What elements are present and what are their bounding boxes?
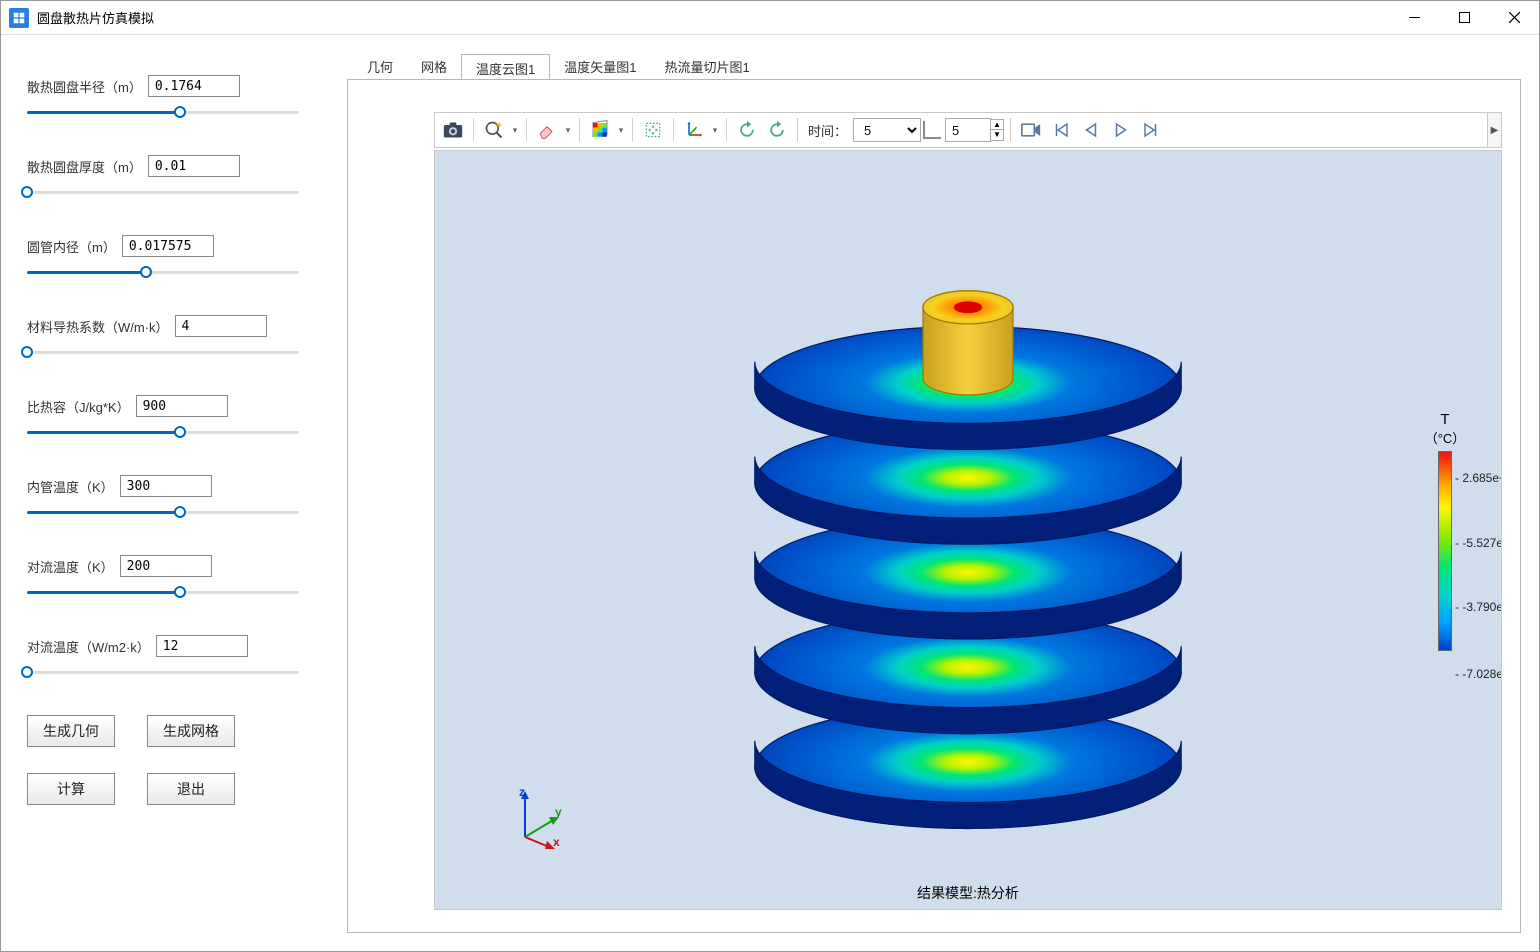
legend-tick: - -5.527e+00 [1455,536,1502,550]
anim-record-icon[interactable] [1017,116,1045,144]
angle-icon [923,121,941,139]
tab-bar: 几何网格温度云图1温度矢量图1热流量切片图1 [347,53,1521,79]
color-legend: T （°C） - 2.685e+01- -5.527e+00- -3.790e+… [1403,411,1487,651]
param-label: 比热容（J/kg*K） [27,397,130,416]
param-input-4[interactable] [136,395,228,417]
app-window: 圆盘散热片仿真模拟 散热圆盘半径（m） 散热圆盘厚 [0,0,1540,952]
colormap-icon[interactable] [586,116,614,144]
axis-z-label: z [519,785,525,799]
anim-next-icon[interactable] [1107,116,1135,144]
result-caption: 结果模型:热分析 [435,883,1501,903]
client-area: 散热圆盘半径（m） 散热圆盘厚度（m） 圆管内径（m） 材料导热系数（W/m [1,35,1539,951]
legend-tick: - -7.028e+01 [1455,667,1502,681]
rotate-ccw-icon[interactable] [733,116,761,144]
titlebar: 圆盘散热片仿真模拟 [1,1,1539,35]
anim-last-icon[interactable] [1137,116,1165,144]
toolbar-overflow[interactable]: ▶ [1487,113,1501,147]
param-slider-6[interactable] [27,583,311,601]
tab-tvec[interactable]: 温度矢量图1 [550,53,650,79]
thermal-scene [435,151,1501,909]
maximize-button[interactable] [1439,1,1489,34]
legend-title: T [1403,411,1487,428]
minimize-button[interactable] [1389,1,1439,34]
param-input-1[interactable] [148,155,240,177]
rotate-cw-icon[interactable] [763,116,791,144]
zoom-dropdown[interactable]: ▾ [510,125,520,136]
viewport-3d[interactable]: T （°C） - 2.685e+01 - -5.527e+00 - -3.790e+… [434,150,1502,910]
param-slider-5[interactable] [27,503,311,521]
param-label: 材料导热系数（W/m·k） [27,317,169,336]
legend-unit: （°C） [1403,428,1487,447]
param-input-7[interactable] [156,635,248,657]
tab-tcloud[interactable]: 温度云图1 [461,54,550,80]
param-label: 对流温度（W/m2·k） [27,637,150,656]
param-slider-1[interactable] [27,183,311,201]
param-input-6[interactable] [120,555,212,577]
orientation-triad: z y x [505,789,565,849]
zoom-icon[interactable] [480,116,508,144]
param-slider-3[interactable] [27,343,311,361]
move-icon[interactable] [639,116,667,144]
tab-geo[interactable]: 几何 [353,53,407,79]
erase-icon[interactable] [533,116,561,144]
param-label: 内管温度（K） [27,477,114,496]
anim-first-icon[interactable] [1047,116,1075,144]
window-controls [1389,1,1539,34]
exit-button[interactable]: 退出 [147,773,235,805]
window-title: 圆盘散热片仿真模拟 [37,8,154,27]
colormap-dropdown[interactable]: ▾ [616,125,626,136]
erase-dropdown[interactable]: ▾ [563,125,573,136]
time-label: 时间： [808,121,847,140]
param-input-0[interactable] [148,75,240,97]
param-input-3[interactable] [175,315,267,337]
time-select[interactable]: 5 [853,118,921,142]
axis-y-label: y [555,805,562,819]
param-slider-0[interactable] [27,103,311,121]
generate-mesh-button[interactable]: 生成网格 [147,715,235,747]
stepper-up[interactable]: ▲ [990,119,1004,130]
compute-button[interactable]: 计算 [27,773,115,805]
axes-icon[interactable] [680,116,708,144]
parameters-panel: 散热圆盘半径（m） 散热圆盘厚度（m） 圆管内径（m） 材料导热系数（W/m [19,53,319,933]
time-step-input[interactable] [945,118,991,142]
main-panel: 几何网格温度云图1温度矢量图1热流量切片图1 ▾ ▾ [347,53,1521,933]
param-input-5[interactable] [120,475,212,497]
axes-dropdown[interactable]: ▾ [710,125,720,136]
param-label: 散热圆盘半径（m） [27,77,142,96]
param-slider-2[interactable] [27,263,311,281]
param-label: 散热圆盘厚度（m） [27,157,142,176]
param-label: 圆管内径（m） [27,237,116,256]
legend-tick: - 2.685e+01 [1455,471,1502,485]
anim-prev-icon[interactable] [1077,116,1105,144]
tab-mesh[interactable]: 网格 [407,53,461,79]
param-input-2[interactable] [122,235,214,257]
view-toolbar: ▾ ▾ ▾ [434,112,1502,148]
snapshot-icon[interactable] [439,116,467,144]
tab-fluxcut[interactable]: 热流量切片图1 [651,53,764,79]
param-slider-4[interactable] [27,423,311,441]
canvas-frame: ▾ ▾ ▾ [347,79,1521,933]
legend-colorbar [1438,451,1452,651]
axis-x-label: x [553,835,560,849]
stepper-down[interactable]: ▼ [990,130,1004,141]
app-icon [9,8,29,28]
legend-tick: - -3.790e+01 [1455,600,1502,614]
close-button[interactable] [1489,1,1539,34]
param-slider-7[interactable] [27,663,311,681]
param-label: 对流温度（K） [27,557,114,576]
generate-geometry-button[interactable]: 生成几何 [27,715,115,747]
